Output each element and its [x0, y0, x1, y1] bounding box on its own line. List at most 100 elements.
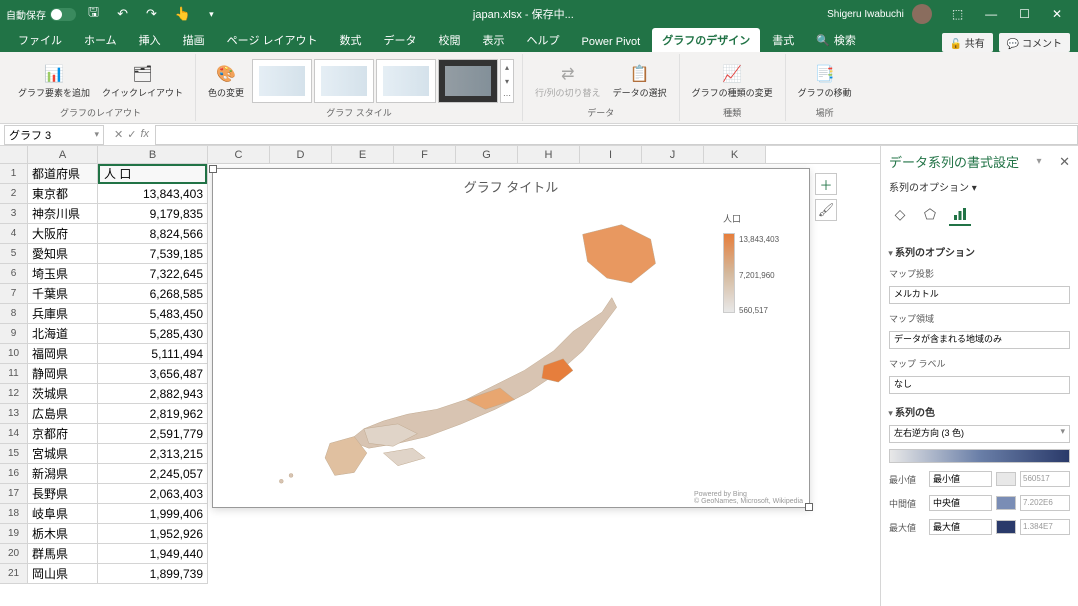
cell[interactable]: 福岡県 — [28, 344, 97, 364]
map-area-select[interactable]: データが含まれる地域のみ — [889, 331, 1070, 349]
color-scheme-select[interactable]: 左右逆方向 (3 色) ▾ — [889, 425, 1070, 443]
cell[interactable]: 京都府 — [28, 424, 97, 444]
row-header[interactable]: 17 — [0, 484, 28, 504]
row-header[interactable]: 13 — [0, 404, 28, 424]
row-header[interactable]: 12 — [0, 384, 28, 404]
fx-icon[interactable]: fx — [140, 128, 149, 141]
tab-pagelayout[interactable]: ページ レイアウト — [217, 28, 328, 52]
cell[interactable]: 静岡県 — [28, 364, 97, 384]
map-chart[interactable]: ＋ 🖌 グラフ タイトル — [212, 168, 810, 508]
tab-help[interactable]: ヘルプ — [517, 28, 570, 52]
cell[interactable]: 1,949,440 — [98, 544, 207, 564]
cell[interactable]: 長野県 — [28, 484, 97, 504]
select-data-button[interactable]: 📋データの選択 — [609, 62, 671, 101]
comments-button[interactable]: 💬 コメント — [999, 33, 1070, 52]
mid-value-input[interactable]: 7.202E6 — [1020, 495, 1070, 511]
tab-review[interactable]: 校閲 — [429, 28, 471, 52]
username[interactable]: Shigeru Iwabuchi — [827, 9, 904, 20]
cell[interactable]: 2,313,215 — [98, 444, 207, 464]
avatar[interactable] — [912, 4, 932, 24]
tab-view[interactable]: 表示 — [473, 28, 515, 52]
series-options-section[interactable]: 系列のオプション — [889, 244, 1070, 259]
name-box[interactable]: グラフ 3 ▾ — [4, 125, 104, 145]
cell[interactable]: 9,179,835 — [98, 204, 207, 224]
map-plot-area[interactable] — [213, 204, 719, 498]
cell[interactable]: 8,824,566 — [98, 224, 207, 244]
cell[interactable]: 宮城県 — [28, 444, 97, 464]
cell[interactable]: 大阪府 — [28, 224, 97, 244]
tab-insert[interactable]: 挿入 — [129, 28, 171, 52]
map-labels-select[interactable]: なし — [889, 376, 1070, 394]
cell[interactable]: 埼玉県 — [28, 264, 97, 284]
share-button[interactable]: 🔓 共有 — [942, 33, 993, 52]
close-pane-icon[interactable]: ✕ — [1059, 154, 1070, 170]
col-header[interactable]: D — [270, 146, 332, 163]
save-icon[interactable]: 🖫 — [82, 1, 105, 27]
row-header[interactable]: 10 — [0, 344, 28, 364]
chart-style-4[interactable] — [438, 59, 498, 103]
cell[interactable]: 2,591,779 — [98, 424, 207, 444]
tab-format[interactable]: 書式 — [762, 28, 804, 52]
row-header[interactable]: 6 — [0, 264, 28, 284]
col-header[interactable]: A — [28, 146, 98, 163]
cell[interactable]: 2,245,057 — [98, 464, 207, 484]
cancel-formula-icon[interactable]: ✕ — [114, 128, 123, 141]
max-type-select[interactable]: 最大値 — [929, 519, 992, 535]
row-header[interactable]: 21 — [0, 564, 28, 584]
cell[interactable]: 6,268,585 — [98, 284, 207, 304]
cell[interactable]: 3,656,487 — [98, 364, 207, 384]
row-header[interactable]: 18 — [0, 504, 28, 524]
chart-style-1[interactable] — [252, 59, 312, 103]
row-header[interactable]: 9 — [0, 324, 28, 344]
cell[interactable]: 愛知県 — [28, 244, 97, 264]
cell[interactable]: 北海道 — [28, 324, 97, 344]
col-header[interactable]: F — [394, 146, 456, 163]
cell[interactable]: 5,111,494 — [98, 344, 207, 364]
fill-options-icon[interactable]: ◇ — [889, 204, 911, 226]
cell[interactable]: 群馬県 — [28, 544, 97, 564]
worksheet[interactable]: A B C D E F G H I J K 123456789101112131… — [0, 146, 880, 606]
search-box[interactable]: 🔍 検索 — [806, 28, 866, 52]
row-header[interactable]: 11 — [0, 364, 28, 384]
maximize-icon[interactable]: ☐ — [1009, 3, 1040, 25]
cell[interactable]: 新潟県 — [28, 464, 97, 484]
row-header[interactable]: 16 — [0, 464, 28, 484]
min-color-swatch[interactable] — [996, 472, 1016, 486]
effects-options-icon[interactable]: ⬠ — [919, 204, 941, 226]
cell[interactable]: 神奈川県 — [28, 204, 97, 224]
close-icon[interactable]: ✕ — [1042, 3, 1072, 25]
cell[interactable]: 千葉県 — [28, 284, 97, 304]
cell[interactable]: 1,899,739 — [98, 564, 207, 584]
row-header[interactable]: 20 — [0, 544, 28, 564]
redo-icon[interactable]: ↷ — [140, 4, 163, 24]
undo-icon[interactable]: ↶ — [111, 4, 134, 24]
style-gallery-scroll[interactable]: ▴▾⋯ — [500, 59, 514, 103]
select-all-corner[interactable] — [0, 146, 28, 163]
row-header[interactable]: 1 — [0, 164, 28, 184]
cell[interactable]: 茨城県 — [28, 384, 97, 404]
mid-color-swatch[interactable] — [996, 496, 1016, 510]
options-dropdown[interactable]: 系列のオプション ▾ — [889, 179, 1070, 194]
cell[interactable]: 2,063,403 — [98, 484, 207, 504]
chart-style-3[interactable] — [376, 59, 436, 103]
col-header[interactable]: C — [208, 146, 270, 163]
formula-input[interactable] — [155, 125, 1078, 145]
mid-type-select[interactable]: 中央値 — [929, 495, 992, 511]
min-value-input[interactable]: 560517 — [1020, 471, 1070, 487]
row-header[interactable]: 5 — [0, 244, 28, 264]
row-header[interactable]: 15 — [0, 444, 28, 464]
cell-header-selected[interactable]: 人 口 — [98, 164, 207, 184]
cell[interactable]: 広島県 — [28, 404, 97, 424]
change-colors-button[interactable]: 🎨色の変更 — [204, 62, 248, 101]
row-header[interactable]: 8 — [0, 304, 28, 324]
cell[interactable]: 7,322,645 — [98, 264, 207, 284]
chart-style-2[interactable] — [314, 59, 374, 103]
col-header[interactable]: J — [642, 146, 704, 163]
tab-powerpivot[interactable]: Power Pivot — [572, 32, 651, 52]
cell[interactable]: 岐阜県 — [28, 504, 97, 524]
min-type-select[interactable]: 最小値 — [929, 471, 992, 487]
col-header[interactable]: B — [98, 146, 208, 163]
row-header[interactable]: 3 — [0, 204, 28, 224]
cell[interactable]: 5,285,430 — [98, 324, 207, 344]
map-projection-select[interactable]: メルカトル — [889, 286, 1070, 304]
